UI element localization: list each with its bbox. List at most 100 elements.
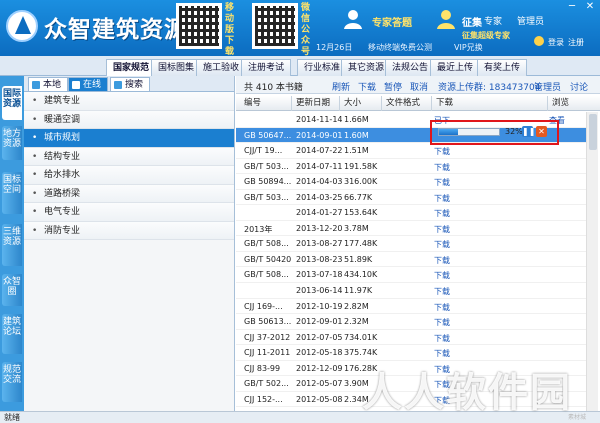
cell-download[interactable]: 下载 — [434, 177, 450, 188]
cell-download[interactable]: 下载 — [434, 255, 450, 266]
cell-download[interactable]: 下载 — [434, 286, 450, 297]
tab-national-spec[interactable]: 国家规范 — [106, 59, 157, 76]
admin-link[interactable]: 管理员 — [534, 80, 561, 93]
tab-regulations[interactable]: 法规公告 — [385, 59, 436, 76]
vtab-international[interactable]: 国际资源 — [2, 86, 22, 120]
upload-group-link[interactable]: 资源上传群: 183473704 — [438, 80, 540, 93]
table-row[interactable]: CJJ/T 19... 2014-07-22 1.51M 下载 — [236, 143, 586, 159]
col-date[interactable]: 更新日期 — [292, 96, 340, 111]
vtab-local[interactable]: 地方资源 — [2, 126, 22, 160]
tab-local[interactable]: 本地 — [28, 77, 69, 92]
vtab-atlas-space[interactable]: 国标空间 — [2, 172, 22, 214]
expert-qa-link[interactable]: 专家答题 — [372, 14, 412, 29]
download-button[interactable]: 下载 — [358, 80, 376, 93]
tab-industry-standard[interactable]: 行业标准 — [297, 59, 348, 76]
tab-recent-uploads[interactable]: 最近上传 — [430, 59, 481, 76]
user-icon — [534, 36, 544, 46]
vtab-spec-exchange[interactable]: 规范交流 — [2, 362, 22, 402]
cell-download[interactable]: 下载 — [434, 162, 450, 173]
vtab-forum[interactable]: 建筑论坛 — [2, 314, 22, 354]
list-item[interactable]: 城市规划 — [24, 129, 234, 148]
list-item[interactable]: 给水排水 — [24, 166, 234, 185]
hire-link[interactable]: 征集 — [462, 14, 482, 29]
scrollbar-thumb[interactable] — [589, 114, 597, 150]
list-item[interactable]: 电气专业 — [24, 203, 234, 222]
table-row[interactable]: GB/T 508... 2013-07-18 434.10K 下载 — [236, 267, 586, 284]
tab-reward-upload[interactable]: 有奖上传 — [477, 59, 528, 76]
close-icon[interactable]: ✕ — [584, 2, 596, 12]
tab-registration-exam[interactable]: 注册考试 — [241, 59, 292, 76]
cell-date: 2013-06-14 — [296, 286, 343, 296]
cell-download[interactable]: 下载 — [434, 146, 450, 157]
col-format[interactable]: 文件格式 — [382, 96, 432, 111]
vertical-scrollbar[interactable] — [586, 112, 598, 411]
table-row[interactable]: 2013-06-14 11.97K 下载 — [236, 283, 586, 299]
header-slogan: 移动终端免费公测 — [368, 43, 432, 52]
qr-code-wechat — [252, 3, 298, 49]
cell-date: 2014-01-27 — [296, 208, 343, 218]
table-row[interactable]: GB 50894... 2014-04-03 316.00K 下载 — [236, 174, 586, 190]
cell-download[interactable]: 下载 — [434, 224, 450, 235]
list-item[interactable]: 结构专业 — [24, 147, 234, 166]
cell-size: 1.60M — [344, 130, 369, 140]
discuss-link[interactable]: 讨论 — [570, 80, 588, 93]
refresh-button[interactable]: 刷新 — [332, 80, 350, 93]
register-link[interactable]: 注册 — [568, 37, 584, 48]
list-item[interactable]: 消防专业 — [24, 221, 234, 240]
table-row[interactable]: GB/T 508... 2013-08-27 177.48K 下载 — [236, 236, 586, 252]
tab-national-atlas[interactable]: 国标图集 — [151, 59, 202, 76]
vtab-3d[interactable]: 三维资源 — [2, 224, 22, 266]
cell-date: 2014-04-03 — [296, 177, 343, 187]
search-icon — [114, 81, 122, 89]
hire-icon[interactable] — [435, 8, 457, 30]
table-row[interactable]: GB/T 50420... 2013-08-2351.89K 下载 — [236, 252, 586, 268]
minimize-icon[interactable]: ─ — [566, 2, 578, 12]
admin-link[interactable]: 管理员 — [517, 14, 544, 27]
pause-button[interactable]: 暂停 — [384, 80, 402, 93]
cell-download[interactable]: 下载 — [434, 302, 450, 313]
expert-link[interactable]: 专家 — [484, 14, 502, 27]
cell-download[interactable]: 下载 — [434, 193, 450, 204]
col-size[interactable]: 大小 — [340, 96, 382, 111]
vtab-community[interactable]: 众智圈 — [2, 274, 22, 306]
cell-date: 2013-08-27 — [296, 239, 343, 249]
table-row[interactable]: 2013年 2013-12-20 3.78M 下载 — [236, 221, 586, 237]
list-item[interactable]: 建筑专业 — [24, 92, 234, 111]
tab-search[interactable]: 搜索 — [110, 77, 151, 92]
col-view[interactable]: 浏览 — [548, 96, 584, 111]
cell-size: 1.66M — [344, 115, 369, 124]
login-link[interactable]: 登录 — [548, 37, 564, 48]
table-row[interactable]: CJJ 11-2011 2012-05-18 375.74K 下载 — [236, 345, 586, 361]
vip-exchange-link[interactable]: VIP兄换 — [454, 42, 483, 53]
cell-download[interactable]: 下载 — [434, 333, 450, 344]
table-row[interactable]: CJJ 37-2012 2012-07-05 734.01K 下载 — [236, 330, 586, 346]
qr-mobile-label: 移动版下载 — [225, 3, 235, 57]
cancel-button[interactable]: 取消 — [410, 80, 428, 93]
cell-date: 2012-10-19 — [296, 301, 343, 311]
table-row[interactable]: GB 50613... 2012-09-01 2.32M 下载 — [236, 314, 586, 330]
pause-download-button[interactable]: ❚❚ — [522, 126, 535, 137]
expert-qa-icon[interactable] — [342, 8, 364, 30]
cell-download[interactable]: 下载 — [434, 270, 450, 281]
tab-online[interactable]: 在线 — [68, 77, 109, 92]
cell-download[interactable]: 下载 — [434, 317, 450, 328]
col-id[interactable]: 编号 — [240, 96, 292, 111]
cell-size: 316.00K — [344, 177, 378, 187]
table-row[interactable]: CJJ 169-... 2012-10-19 2.82M 下载 — [236, 299, 586, 315]
cell-id: GB/T 502... — [244, 379, 289, 389]
cell-date: 2012-05-07 — [296, 379, 343, 389]
list-item[interactable]: 道路桥梁 — [24, 184, 234, 203]
hire-super-expert-link[interactable]: 征集超级专家 — [462, 30, 510, 41]
cell-download[interactable]: 下载 — [434, 208, 450, 219]
tab-other-resources[interactable]: 其它资源 — [341, 59, 392, 76]
cell-download[interactable]: 下载 — [434, 348, 450, 359]
cell-size: 434.10K — [344, 270, 378, 280]
list-item[interactable]: 暖通空调 — [24, 110, 234, 129]
table-row[interactable]: GB/T 503... 2014-03-25 66.77K 下载 — [236, 190, 586, 206]
cancel-download-button[interactable]: ✕ — [536, 126, 547, 137]
col-download[interactable]: 下载 — [432, 96, 548, 111]
cell-download[interactable]: 下载 — [434, 239, 450, 250]
table-row[interactable]: GB/T 503... 2014-07-11 191.58K 下载 — [236, 159, 586, 175]
table-row[interactable]: 2014-01-27 153.64K 下载 — [236, 205, 586, 221]
tab-construction-acceptance[interactable]: 施工验收 — [196, 59, 247, 76]
